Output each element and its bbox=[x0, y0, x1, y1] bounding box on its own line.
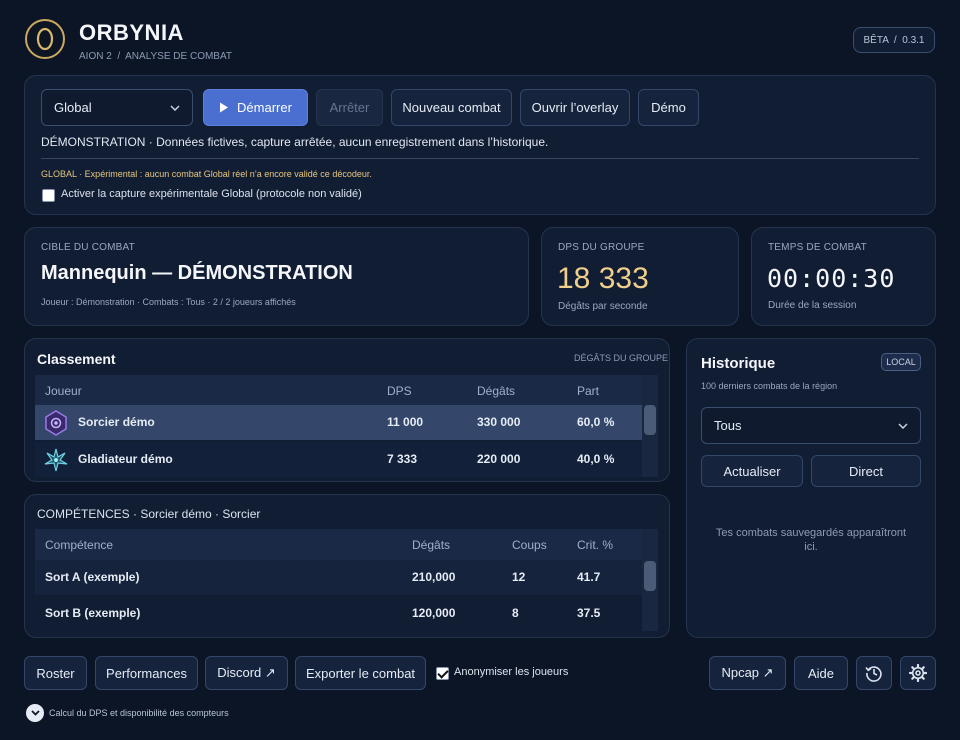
anonymize-label[interactable]: Anonymiser les joueurs bbox=[454, 666, 568, 678]
player-name: Gladiateur démo bbox=[78, 452, 173, 466]
ranking-row[interactable]: Gladiateur démo 7 333 220 000 40,0 % bbox=[35, 442, 642, 477]
group-dps-label: DPS DU GROUPE bbox=[558, 242, 645, 253]
start-label: Démarrer bbox=[237, 100, 292, 115]
target-details: Joueur : Démonstration · Combats : Tous … bbox=[41, 297, 296, 307]
skills-table-header: Compétence Dégâts Coups Crit. % bbox=[35, 529, 642, 561]
player-share: 60,0 % bbox=[577, 415, 615, 429]
col-hits: Coups bbox=[512, 538, 547, 552]
warning-text: GLOBAL · Expérimental : aucun combat Glo… bbox=[41, 169, 372, 179]
app-logo bbox=[25, 19, 65, 59]
skills-title: COMPÉTENCES · Sorcier démo · Sorcier bbox=[37, 507, 261, 521]
live-button[interactable]: Direct bbox=[811, 455, 921, 487]
settings-button[interactable] bbox=[900, 656, 936, 690]
divider bbox=[41, 158, 919, 159]
player-dps: 11 000 bbox=[387, 415, 424, 429]
col-damage: Dégâts bbox=[477, 384, 516, 398]
skill-hits: 8 bbox=[512, 606, 519, 620]
stop-button[interactable]: Arrêter bbox=[316, 89, 383, 126]
col-skill-damage: Dégâts bbox=[412, 538, 451, 552]
performance-button[interactable]: Performances bbox=[95, 656, 198, 690]
app-title: ORBYNIA bbox=[79, 20, 184, 45]
player-share: 40,0 % bbox=[577, 452, 615, 466]
target-name: Mannequin — DÉMONSTRATION bbox=[41, 262, 353, 284]
combat-time-label: TEMPS DE COMBAT bbox=[768, 242, 867, 253]
chevron-down-icon bbox=[170, 104, 180, 111]
refresh-button[interactable]: Actualiser bbox=[701, 455, 803, 487]
skill-crit: 41.7 bbox=[577, 570, 601, 584]
skill-hits: 12 bbox=[512, 570, 526, 584]
combat-time-value: 00:00:30 bbox=[767, 264, 896, 293]
col-player: Joueur bbox=[45, 384, 82, 398]
help-button[interactable]: Aide bbox=[794, 656, 848, 690]
chevron-down-icon bbox=[898, 422, 908, 429]
ranking-row[interactable]: Sorcier démo 11 000 330 000 60,0 % bbox=[35, 405, 642, 440]
player-name: Sorcier démo bbox=[78, 415, 155, 429]
mode-select[interactable]: Global bbox=[41, 89, 193, 126]
anonymize-checkbox[interactable] bbox=[436, 667, 449, 680]
skill-row[interactable]: Sort B (exemple) 120,000 8 37.5 bbox=[35, 596, 642, 631]
col-share: Part bbox=[577, 384, 600, 398]
ranking-scrollbar[interactable] bbox=[642, 375, 658, 477]
demo-button[interactable]: Démo bbox=[638, 89, 699, 126]
status-text: DÉMONSTRATION · Données fictives, captur… bbox=[41, 135, 549, 149]
skill-row[interactable]: Sort A (exemple) 210,000 12 41.7 bbox=[35, 560, 642, 595]
roster-button[interactable]: Roster bbox=[24, 656, 87, 690]
player-damage: 220 000 bbox=[477, 452, 521, 466]
global-capture-label[interactable]: Activer la capture expérimentale Global … bbox=[61, 188, 362, 200]
history-badge: LOCAL bbox=[881, 353, 921, 371]
history-clock-icon bbox=[865, 666, 882, 682]
skill-crit: 37.5 bbox=[577, 606, 601, 620]
history-empty-text: Tes combats sauvegardés apparaîtront ici… bbox=[715, 527, 907, 553]
history-subtitle: 100 derniers combats de la région bbox=[701, 381, 838, 391]
export-combat-button[interactable]: Exporter le combat bbox=[295, 656, 426, 690]
group-dps-value: 18 333 bbox=[557, 262, 649, 295]
logo-ring-icon bbox=[36, 27, 54, 51]
discord-button[interactable]: Discord ↗ bbox=[205, 656, 288, 690]
history-icon-button[interactable] bbox=[856, 656, 892, 690]
skill-name: Sort A (exemple) bbox=[45, 570, 140, 584]
ranking-title: Classement bbox=[37, 351, 116, 367]
start-button[interactable]: Démarrer bbox=[203, 89, 308, 126]
dps-note-toggle[interactable] bbox=[26, 704, 44, 722]
history-filter-value: Tous bbox=[714, 418, 742, 433]
player-dps: 7 333 bbox=[387, 452, 418, 466]
breadcrumb: AION 2 / ANALYSE DE COMBAT bbox=[79, 51, 233, 62]
skill-name: Sort B (exemple) bbox=[45, 606, 141, 620]
skills-scroll-thumb[interactable] bbox=[644, 561, 656, 591]
global-capture-checkbox[interactable] bbox=[42, 189, 55, 202]
mode-select-value: Global bbox=[54, 100, 92, 115]
player-damage: 330 000 bbox=[477, 415, 521, 429]
chevron-down-icon bbox=[30, 710, 40, 716]
gear-icon bbox=[909, 664, 927, 682]
history-title: Historique bbox=[701, 355, 776, 372]
ranking-table-header: Joueur DPS Dégâts Part bbox=[35, 375, 642, 407]
npcap-button[interactable]: Npcap ↗ bbox=[709, 656, 786, 690]
skills-scrollbar[interactable] bbox=[642, 529, 658, 631]
gladiator-class-icon bbox=[43, 447, 69, 476]
open-overlay-button[interactable]: Ouvrir l’overlay bbox=[520, 89, 630, 126]
skill-damage: 120,000 bbox=[412, 606, 456, 620]
col-skill: Compétence bbox=[45, 538, 114, 552]
version-badge: BÊTA / 0.3.1 bbox=[853, 27, 935, 53]
sorcerer-class-icon bbox=[43, 410, 69, 439]
group-dps-sub: Dégâts par seconde bbox=[558, 301, 648, 312]
col-crit: Crit. % bbox=[577, 538, 613, 552]
play-icon bbox=[220, 102, 229, 113]
ranking-tag: DÉGÂTS DU GROUPE bbox=[574, 353, 669, 363]
skill-damage: 210,000 bbox=[412, 570, 456, 584]
dps-note-text[interactable]: Calcul du DPS et disponibilité des compt… bbox=[49, 708, 229, 718]
ranking-scroll-thumb[interactable] bbox=[644, 405, 656, 435]
new-combat-button[interactable]: Nouveau combat bbox=[391, 89, 512, 126]
target-label: CIBLE DU COMBAT bbox=[41, 242, 135, 253]
history-filter-select[interactable]: Tous bbox=[701, 407, 921, 444]
col-dps: DPS bbox=[387, 384, 412, 398]
combat-time-sub: Durée de la session bbox=[768, 300, 857, 311]
